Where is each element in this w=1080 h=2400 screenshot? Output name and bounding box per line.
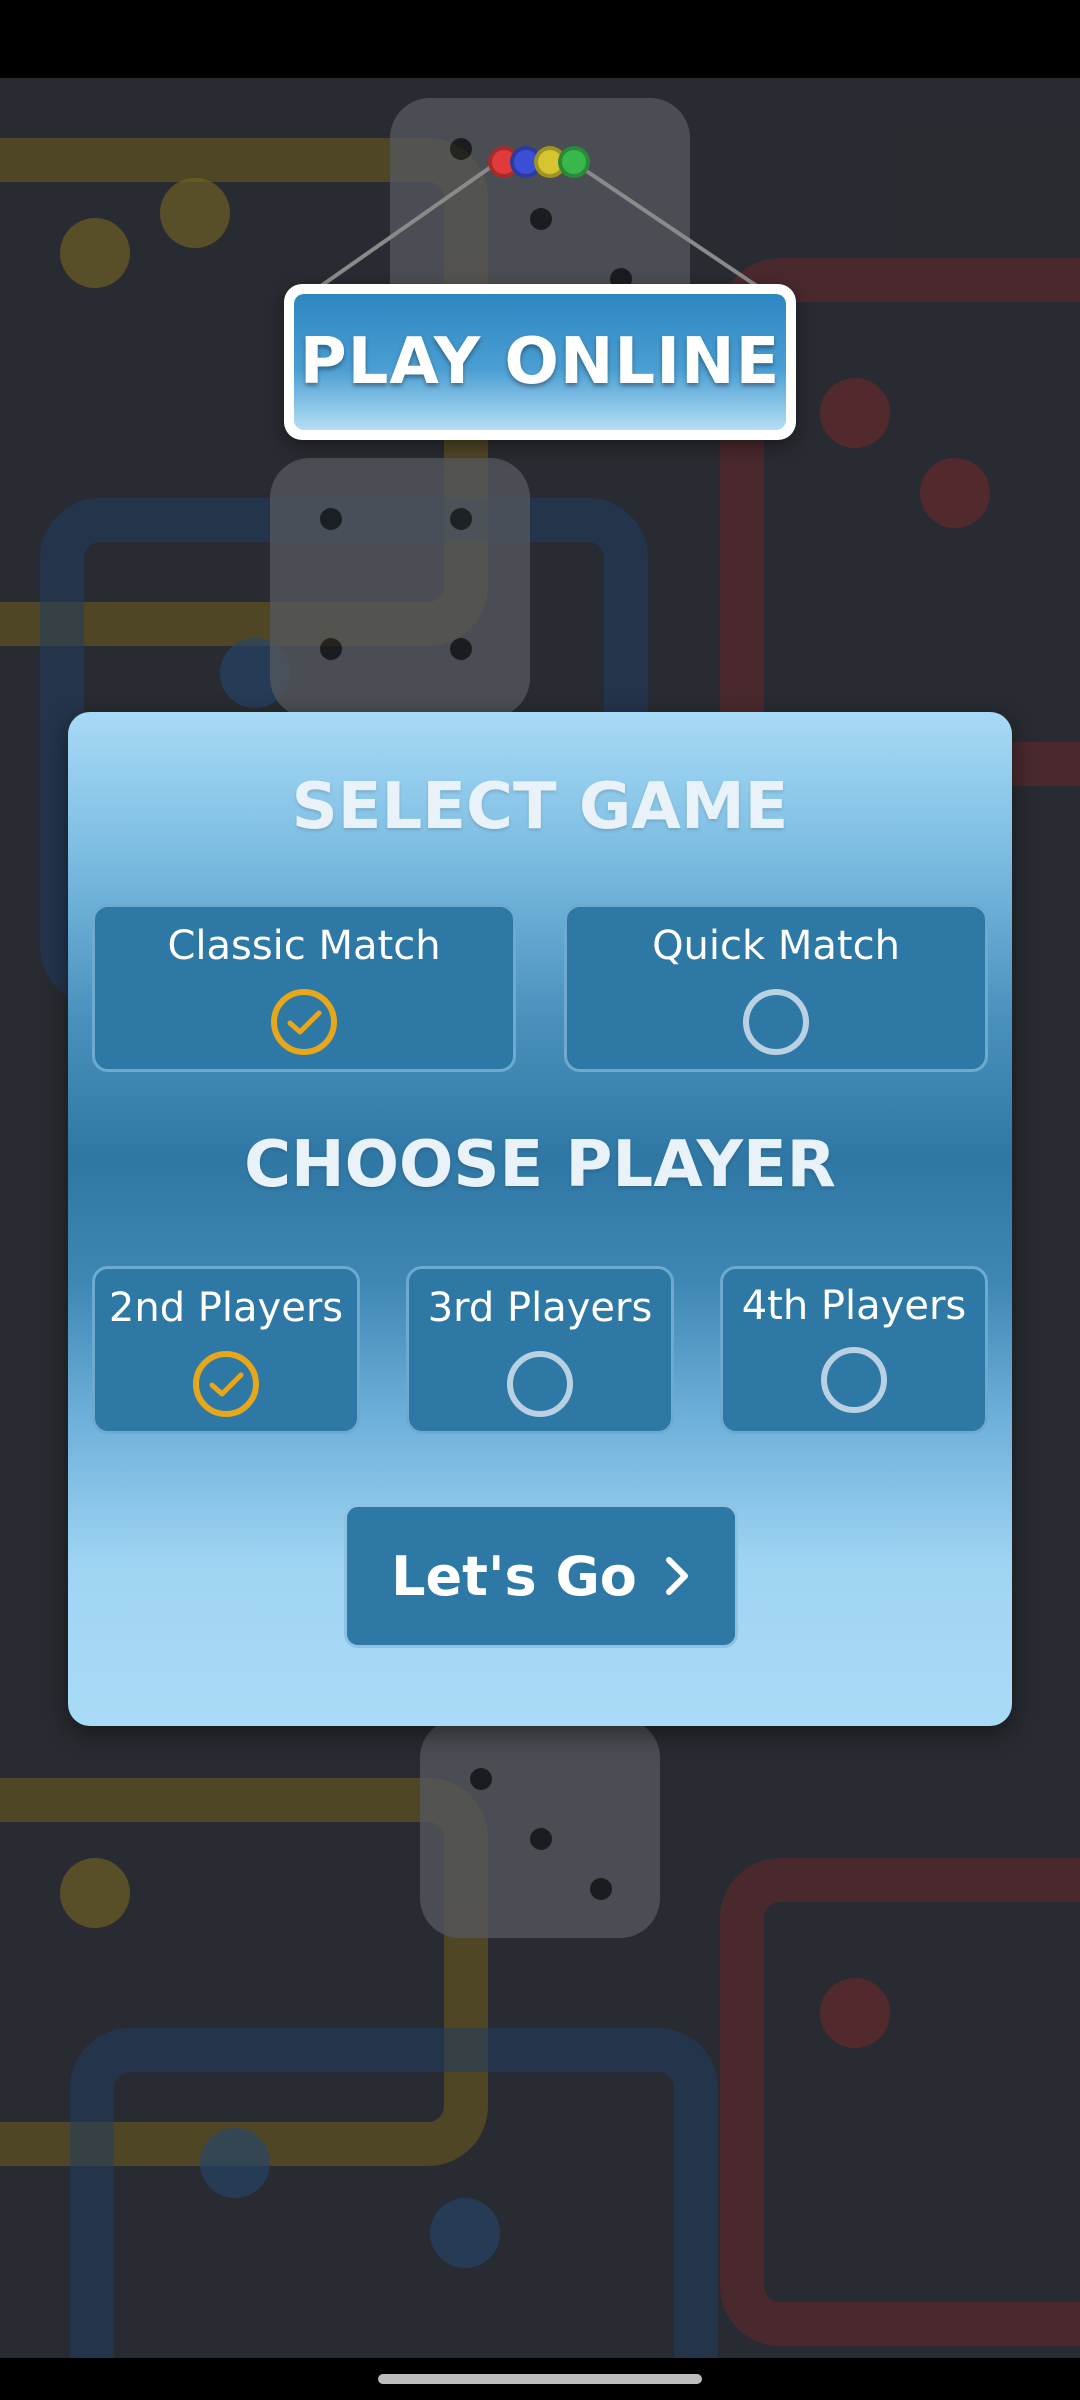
status-bar <box>0 0 1080 78</box>
classic-match-check-icon <box>271 989 337 1055</box>
option-2-players-label: 2nd Players <box>108 1285 344 1331</box>
option-quick-match-label: Quick Match <box>652 923 900 969</box>
game-setup-panel: SELECT GAME Classic Match Quick Match CH… <box>68 712 1012 1726</box>
navigation-bar <box>0 2358 1080 2400</box>
lets-go-label: Let's Go <box>391 1544 637 1608</box>
option-3-players[interactable]: 3rd Players <box>406 1266 674 1434</box>
bead-green <box>558 146 590 178</box>
choose-player-heading: CHOOSE PLAYER <box>244 1128 836 1202</box>
play-online-sign[interactable]: PLAY ONLINE <box>284 284 796 440</box>
lets-go-button[interactable]: Let's Go <box>344 1504 738 1648</box>
option-quick-match[interactable]: Quick Match <box>564 904 988 1072</box>
select-game-heading: SELECT GAME <box>291 770 789 844</box>
option-2-players[interactable]: 2nd Players <box>92 1266 360 1434</box>
option-classic-match-label: Classic Match <box>167 923 441 969</box>
option-classic-match[interactable]: Classic Match <box>92 904 516 1072</box>
quick-match-radio-icon <box>743 989 809 1055</box>
sign-beads <box>488 146 592 180</box>
two-players-check-icon <box>193 1351 259 1417</box>
home-gesture-handle[interactable] <box>378 2374 702 2384</box>
option-4-players[interactable]: 4th Players <box>720 1266 988 1434</box>
four-players-radio-icon <box>821 1347 887 1413</box>
option-3-players-label: 3rd Players <box>427 1285 653 1331</box>
chevron-right-icon <box>665 1557 688 1595</box>
three-players-radio-icon <box>507 1351 573 1417</box>
option-4-players-label: 4th Players <box>741 1283 967 1329</box>
play-online-label: PLAY ONLINE <box>294 294 786 430</box>
